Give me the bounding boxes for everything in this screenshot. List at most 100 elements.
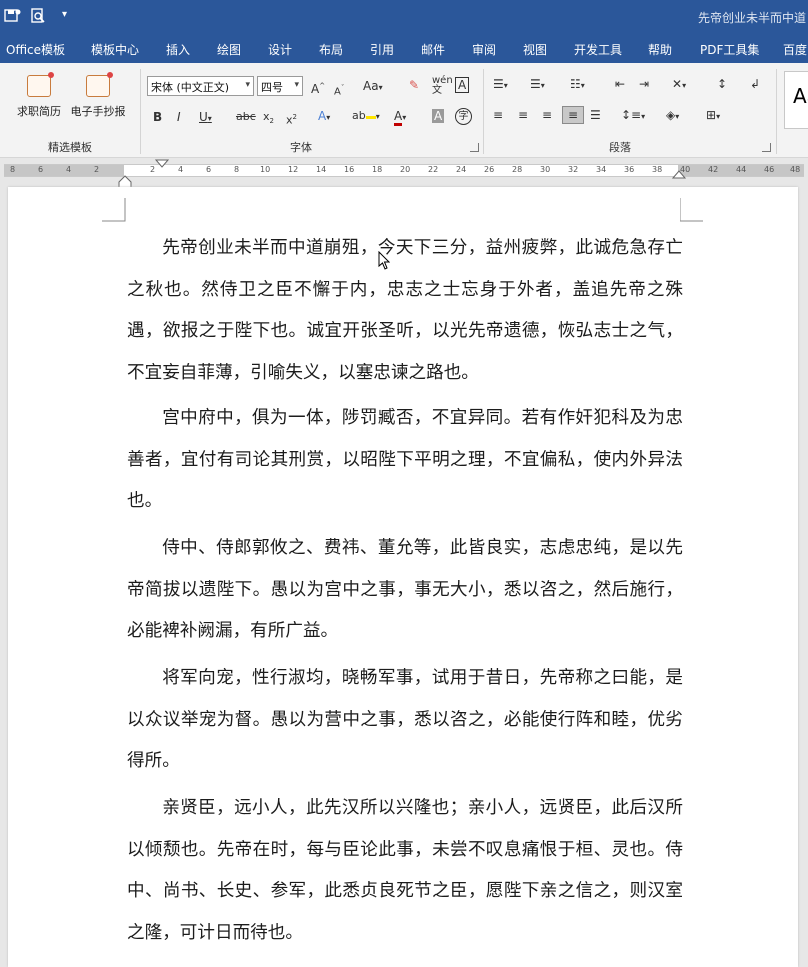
borders-icon[interactable]: ⊞▾ [706, 108, 720, 124]
tab-developer[interactable]: 开发工具 [574, 41, 622, 58]
highlight-color-icon[interactable]: ab ▾ [352, 109, 380, 124]
line-spacing-icon[interactable]: ↕≡▾ [621, 108, 645, 124]
paragraph[interactable]: 侍中、侍郎郭攸之、费祎、董允等，此皆良实，志虑忠纯，是以先帝简拔以遗陛下。愚以为… [127, 528, 683, 653]
save-icon[interactable] [4, 8, 22, 28]
text-effects-icon[interactable]: A▾ [318, 109, 330, 125]
paragraph-group-label: 段落 [609, 141, 631, 154]
ruler-tick: 26 [484, 165, 495, 174]
justify-icon[interactable]: ≡ [562, 106, 585, 124]
tab-design[interactable]: 设计 [268, 41, 292, 58]
ruler-tick: 6 [38, 165, 44, 174]
ruler-tick: 34 [596, 165, 607, 174]
bullets-icon[interactable]: ☰▾ [493, 77, 508, 93]
enclose-char-icon[interactable]: 字 [455, 108, 472, 125]
tabloid-template-button[interactable]: 电子手抄报 [70, 71, 126, 131]
tab-template-center[interactable]: 模板中心 [91, 41, 139, 58]
tab-review[interactable]: 审阅 [472, 41, 496, 58]
show-marks-icon[interactable]: ↲ [750, 77, 760, 91]
templates-group-label: 精选模板 [48, 141, 92, 154]
subscript-icon[interactable]: x2 [263, 110, 274, 128]
font-name-select[interactable]: 宋体 (中文正文) ▾ [147, 76, 254, 96]
paragraph[interactable]: 将军向宠，性行淑均，晓畅军事，试用于昔日，先帝称之曰能，是以众议举宠为督。愚以为… [127, 658, 683, 783]
tab-baidu[interactable]: 百度 [783, 41, 807, 58]
styles-gallery[interactable]: Aa [784, 71, 808, 129]
shading-icon[interactable]: ◈▾ [666, 108, 679, 124]
font-size-select[interactable]: 四号 ▾ [257, 76, 303, 96]
ruler-tick: 8 [10, 165, 16, 174]
tab-help[interactable]: 帮助 [648, 41, 672, 58]
document-title: 先帝创业未半而中道 [697, 11, 806, 25]
strikethrough-icon[interactable]: abc [236, 110, 256, 124]
tabloid-icon [86, 72, 113, 97]
ruler-tick: 42 [708, 165, 719, 174]
ruler-tick: 38 [652, 165, 663, 174]
bold-icon[interactable]: B [153, 110, 162, 124]
ruler-tick: 16 [344, 165, 355, 174]
decrease-indent-icon[interactable]: ⇤ [615, 77, 625, 91]
multilevel-list-icon[interactable]: ☷▾ [570, 77, 585, 93]
tab-layout[interactable]: 布局 [319, 41, 343, 58]
ruler-tick: 44 [736, 165, 747, 174]
char-border-icon[interactable]: A [455, 77, 470, 93]
paragraph[interactable]: 宫中府中，俱为一体，陟罚臧否，不宜异同。若有作奸犯科及为忠善者，宜付有司论其刑赏… [127, 398, 683, 523]
right-indent-marker[interactable] [672, 169, 686, 179]
paragraph-dialog-launcher-icon[interactable] [762, 143, 771, 152]
ruler-tick: 8 [234, 165, 240, 174]
ribbon-panel: 求职简历 电子手抄报 精选模板 宋体 (中文正文) ▾ 四号 ▾ A^ Aˇ Aa▾… [0, 63, 808, 158]
numbering-icon[interactable]: ☰▾ [530, 77, 545, 93]
resume-template-button[interactable]: 求职简历 [11, 71, 67, 131]
clear-format-icon[interactable]: ✎ [409, 78, 419, 92]
chevron-down-icon: ▾ [245, 80, 250, 90]
font-group-label: 字体 [290, 141, 312, 154]
ruler-tick: 24 [456, 165, 467, 174]
ruler-tick: 18 [372, 165, 383, 174]
tab-insert[interactable]: 插入 [166, 41, 190, 58]
ruler-tick: 46 [764, 165, 775, 174]
superscript-icon[interactable]: x2 [286, 110, 297, 128]
document-page[interactable]: 先帝创业未半而中道崩殂，今天下三分，益州疲弊，此诚危急存亡之秋也。然侍卫之臣不懈… [8, 187, 798, 967]
font-color-icon[interactable]: A▾ [394, 109, 406, 126]
align-left-icon[interactable]: ≡ [493, 108, 503, 122]
tab-view[interactable]: 视图 [523, 41, 547, 58]
ruler-tick: 32 [568, 165, 579, 174]
mouse-pointer-icon [378, 251, 390, 270]
ruler-tick: 28 [512, 165, 523, 174]
align-right-icon[interactable]: ≡ [542, 108, 552, 122]
align-center-icon[interactable]: ≡ [518, 108, 528, 122]
tab-references[interactable]: 引用 [370, 41, 394, 58]
ribbon-tabs: Office模板 模板中心 插入 绘图 设计 布局 引用 邮件 审阅 视图 开发… [0, 33, 808, 63]
group-divider [140, 69, 141, 154]
increase-indent-icon[interactable]: ⇥ [639, 77, 649, 91]
top-left-margin-mark [102, 198, 126, 222]
grow-font-icon[interactable]: A^ [311, 79, 325, 96]
tab-pdf-tools[interactable]: PDF工具集 [700, 41, 759, 58]
ruler-tick: 48 [790, 165, 801, 174]
paragraph[interactable]: 亲贤臣，远小人，此先汉所以兴隆也；亲小人，远贤臣，此后汉所以倾颓也。先帝在时，每… [127, 788, 683, 954]
print-preview-icon[interactable] [30, 8, 46, 28]
tab-mailings[interactable]: 邮件 [421, 41, 445, 58]
distributed-icon[interactable]: ☰ [590, 108, 601, 122]
ruler-tick: 12 [288, 165, 299, 174]
resume-icon [27, 72, 54, 97]
ruler-tick: 22 [428, 165, 439, 174]
shrink-font-icon[interactable]: Aˇ [334, 81, 344, 99]
ruler-tick: 6 [206, 165, 212, 174]
font-dialog-launcher-icon[interactable] [470, 143, 479, 152]
change-case-icon[interactable]: Aa▾ [363, 79, 383, 95]
tab-draw[interactable]: 绘图 [217, 41, 241, 58]
sort-icon[interactable]: ↕ [717, 77, 727, 91]
customize-toolbar-icon[interactable]: ▾ [62, 9, 67, 20]
paragraph[interactable]: 先帝创业未半而中道崩殂，今天下三分，益州疲弊，此诚危急存亡之秋也。然侍卫之臣不懈… [127, 228, 683, 394]
first-line-indent-marker[interactable] [155, 159, 169, 169]
italic-icon[interactable]: I [177, 110, 181, 124]
phonetic-guide-icon[interactable]: wén 文 [432, 76, 453, 96]
char-shading-icon[interactable]: A [432, 109, 445, 123]
chinese-layout-icon[interactable]: ✕▾ [672, 77, 686, 93]
underline-icon[interactable]: U▾ [199, 110, 212, 126]
tab-office-templates[interactable]: Office模板 [6, 41, 65, 58]
top-right-margin-mark [680, 198, 703, 222]
ruler-tick: 30 [540, 165, 551, 174]
ruler-tick: 4 [66, 165, 72, 174]
ruler-tick: 4 [178, 165, 184, 174]
horizontal-ruler[interactable]: 8 6 4 2 2 4 6 8 10 12 14 16 18 20 22 24 … [0, 158, 808, 189]
